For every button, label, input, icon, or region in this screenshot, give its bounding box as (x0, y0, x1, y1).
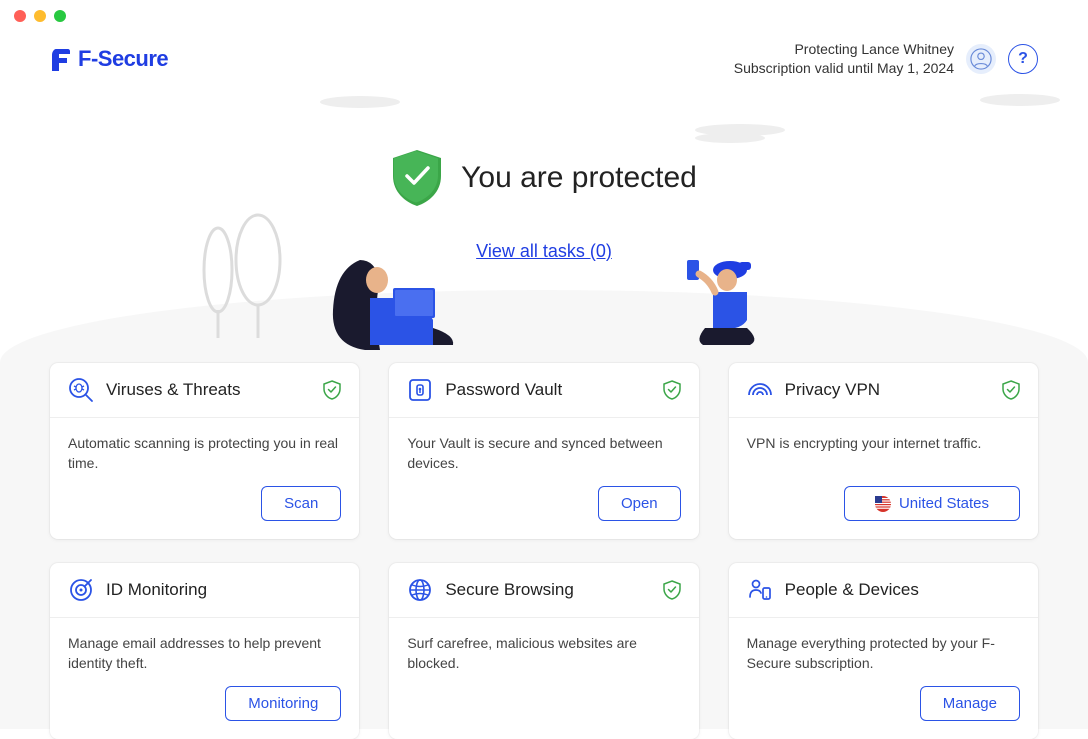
person-phone-illustration (675, 250, 775, 350)
monitoring-button[interactable]: Monitoring (225, 686, 341, 721)
status-shield-icon (1002, 380, 1020, 400)
password-vault-card: Password Vault Your Vault is secure and … (389, 363, 698, 539)
scan-button[interactable]: Scan (261, 486, 341, 521)
minimize-window-button[interactable] (34, 10, 46, 22)
people-devices-icon (747, 577, 773, 603)
status-shield-icon (323, 380, 341, 400)
card-description: Automatic scanning is protecting you in … (68, 434, 341, 474)
subscription-text: Subscription valid until May 1, 2024 (734, 59, 954, 78)
view-all-tasks-link[interactable]: View all tasks (0) (0, 241, 1088, 262)
manage-button[interactable]: Manage (920, 686, 1020, 721)
avatar-button[interactable] (966, 44, 996, 74)
bug-search-icon (68, 377, 94, 403)
globe-icon (407, 577, 433, 603)
window-controls (14, 10, 66, 22)
open-vault-button[interactable]: Open (598, 486, 681, 521)
app-header: F-Secure Protecting Lance Whitney Subscr… (0, 40, 1088, 78)
card-title: ID Monitoring (106, 580, 341, 600)
brand-logo: F-Secure (50, 46, 168, 72)
cloud-decoration (0, 90, 1088, 150)
id-monitoring-card: ID Monitoring Manage email addresses to … (50, 563, 359, 739)
card-description: Your Vault is secure and synced between … (407, 434, 680, 474)
account-status: Protecting Lance Whitney Subscription va… (734, 40, 954, 78)
hero-section: You are protected View all tasks (0) (0, 148, 1088, 262)
target-icon (68, 577, 94, 603)
protected-shield-icon (391, 148, 443, 208)
card-title: Privacy VPN (785, 380, 990, 400)
protecting-user-text: Protecting Lance Whitney (734, 40, 954, 59)
people-devices-card: People & Devices Manage everything prote… (729, 563, 1038, 739)
brand-name: F-Secure (78, 46, 168, 72)
vpn-icon (747, 377, 773, 403)
protection-status-title: You are protected (461, 161, 697, 195)
vpn-location-label: United States (899, 495, 989, 512)
us-flag-icon (875, 496, 891, 512)
privacy-vpn-card: Privacy VPN VPN is encrypting your inter… (729, 363, 1038, 539)
person-laptop-illustration (325, 250, 465, 360)
card-title: People & Devices (785, 580, 1020, 600)
vpn-location-button[interactable]: United States (844, 486, 1020, 521)
card-description: VPN is encrypting your internet traffic. (747, 434, 1020, 474)
maximize-window-button[interactable] (54, 10, 66, 22)
status-shield-icon (663, 380, 681, 400)
feature-cards-grid: Viruses & Threats Automatic scanning is … (50, 363, 1038, 739)
card-description: Surf carefree, malicious websites are bl… (407, 634, 680, 721)
card-description: Manage everything protected by your F-Se… (747, 634, 1020, 674)
viruses-threats-card: Viruses & Threats Automatic scanning is … (50, 363, 359, 539)
card-title: Secure Browsing (445, 580, 650, 600)
card-description: Manage email addresses to help prevent i… (68, 634, 341, 674)
user-avatar-icon (970, 48, 992, 70)
header-right: Protecting Lance Whitney Subscription va… (734, 40, 1038, 78)
card-title: Password Vault (445, 380, 650, 400)
secure-browsing-card: Secure Browsing Surf carefree, malicious… (389, 563, 698, 739)
vault-icon (407, 377, 433, 403)
help-button[interactable]: ? (1008, 44, 1038, 74)
fsecure-logo-icon (50, 47, 70, 71)
card-title: Viruses & Threats (106, 380, 311, 400)
status-shield-icon (663, 580, 681, 600)
close-window-button[interactable] (14, 10, 26, 22)
